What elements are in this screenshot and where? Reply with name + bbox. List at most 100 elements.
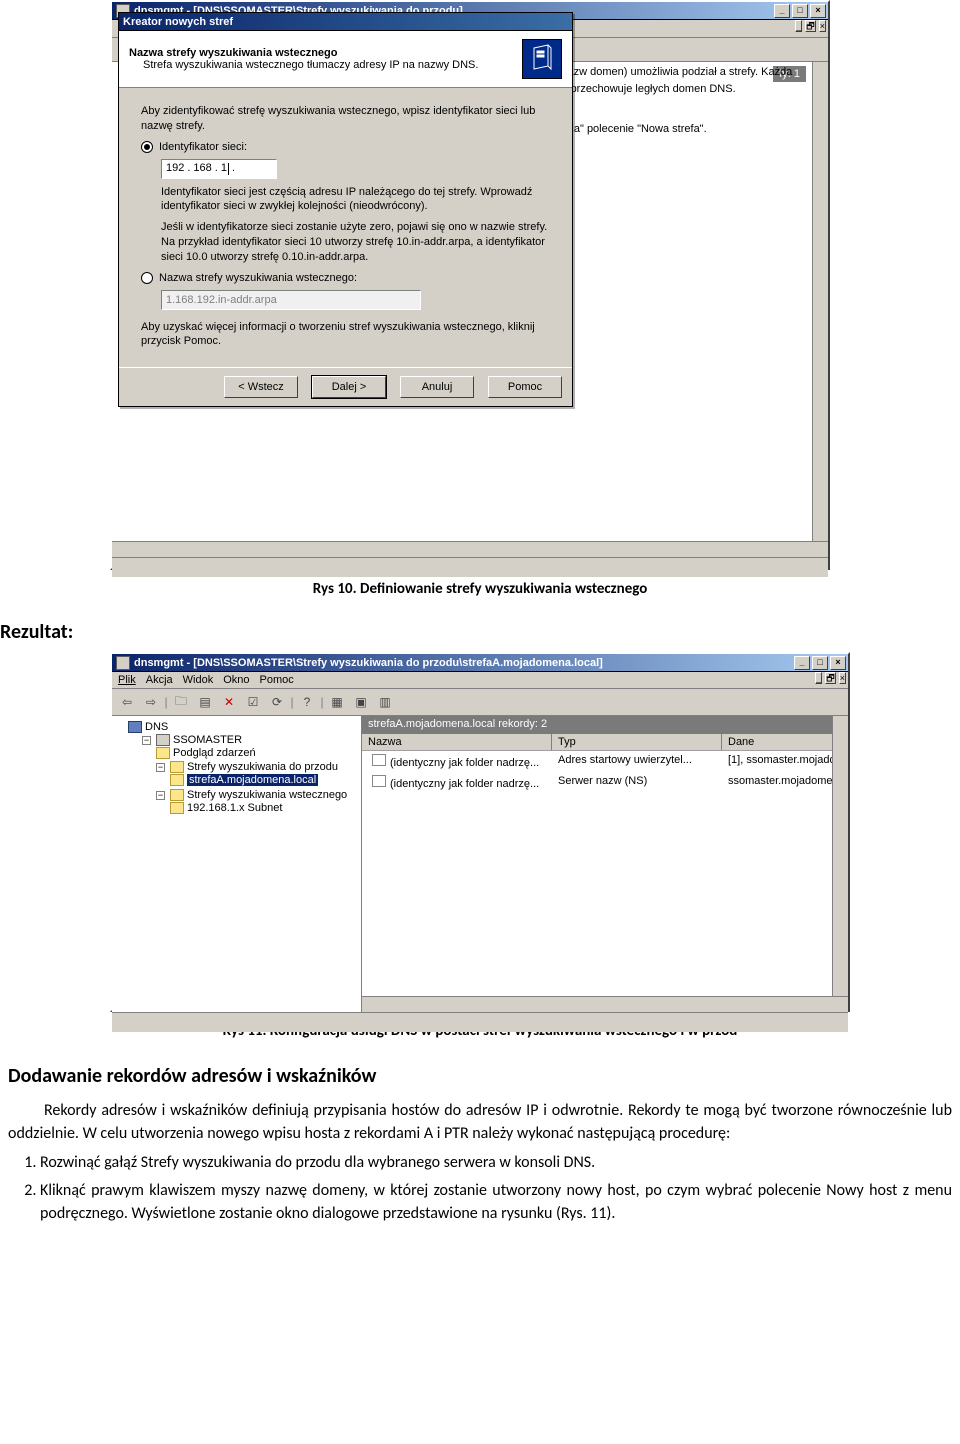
list-icon[interactable]: ▤	[194, 692, 216, 712]
new-zone-wizard: Kreator nowych stref Nazwa strefy wyszuk…	[118, 12, 573, 407]
scrollbar-h[interactable]	[362, 996, 848, 1012]
statusbar	[112, 557, 828, 577]
columns-header: Nazwa Typ Dane	[362, 734, 848, 751]
wizard-titlebar: Kreator nowych stref	[119, 13, 572, 31]
scrollbar-v[interactable]	[832, 716, 848, 1012]
minimize-button[interactable]: _	[774, 4, 790, 18]
tree-root[interactable]: DNS	[145, 721, 168, 733]
server-icon	[156, 734, 170, 746]
record-icon	[372, 775, 386, 787]
tree-item[interactable]: Strefy wyszukiwania do przodu	[187, 761, 338, 773]
wizard-subheading: Strefa wyszukiwania wstecznego tłumaczy …	[143, 59, 514, 71]
wizard-title: Kreator nowych stref	[123, 16, 570, 28]
records-panel: strefaA.mojadomena.local rekordy: 2 Nazw…	[362, 716, 848, 1012]
screenshot-2: dnsmgmt - [DNS\SSOMASTER\Strefy wyszukiw…	[110, 652, 850, 1012]
list-item: Rozwinąć gałąź Strefy wyszukiwania do pr…	[40, 1151, 952, 1174]
menu-action[interactable]: Akcja	[146, 674, 173, 686]
wizard-body: Aby zidentyfikować strefę wyszukiwania w…	[119, 88, 572, 367]
tree-item-selected[interactable]: strefaA.mojadomena.local	[187, 774, 318, 786]
document-body: Dodawanie rekordów adresów i wskaźników …	[8, 1062, 952, 1225]
record-icon	[372, 754, 386, 766]
maximize-button[interactable]: □	[812, 656, 828, 670]
zero-note-text: Jeśli w identyfikatorze sieci zostanie u…	[161, 220, 550, 265]
background-help-text: tem nazw domen) umożliwia podział a stre…	[540, 64, 810, 138]
record-row[interactable]: (identyczny jak folder nadrzę... Adres s…	[362, 751, 848, 772]
client-area: DNS − SSOMASTER Podgląd zdarzeń − Strefy…	[112, 716, 848, 1012]
statusbar	[112, 1012, 848, 1032]
scrollbar-v[interactable]	[812, 62, 828, 557]
col-type[interactable]: Typ	[552, 734, 722, 750]
radio-dot-on	[141, 141, 153, 153]
col-name[interactable]: Nazwa	[362, 734, 552, 750]
record-row[interactable]: (identyczny jak folder nadrzę... Serwer …	[362, 772, 848, 793]
dnsmgmt-window: dnsmgmt - [DNS\SSOMASTER\Strefy wyszukiw…	[110, 652, 850, 1012]
nav-back-icon[interactable]: ⇦	[116, 692, 138, 712]
app-icon	[116, 656, 130, 670]
cancel-button[interactable]: Anuluj	[400, 376, 474, 398]
caption-rys-10: Rys 10. Definiowanie strefy wyszukiwania…	[0, 580, 960, 598]
toolbar: ⇦ ⇨ | 🗀 ▤ ✕ ☑ ⟳ | ? | ▦ ▣ ▥	[112, 689, 848, 716]
menu-view[interactable]: Widok	[183, 674, 214, 686]
list-item: Kliknąć prawym klawiszem myszy nazwę dom…	[40, 1179, 952, 1225]
radio-label: Identyfikator sieci:	[159, 140, 247, 155]
intro-text: Aby zidentyfikować strefę wyszukiwania w…	[141, 104, 550, 134]
delete-icon[interactable]: ✕	[218, 692, 240, 712]
menu-window[interactable]: Okno	[223, 674, 249, 686]
result-label: Rezultat:	[0, 620, 960, 644]
help-icon[interactable]: ?	[296, 692, 318, 712]
menu-file[interactable]: Plik	[118, 674, 136, 686]
panel-header: strefaA.mojadomena.local rekordy: 2	[362, 716, 848, 734]
radio-label: Nazwa strefy wyszukiwania wstecznego:	[159, 271, 357, 286]
tree-item[interactable]: 192.168.1.x Subnet	[187, 802, 282, 814]
folder-icon	[170, 761, 184, 773]
minimize-button[interactable]: _	[794, 656, 810, 670]
radio-dot-off	[141, 272, 153, 284]
tool-icon[interactable]: ▥	[374, 692, 396, 712]
zone-name-input: 1.168.192.in-addr.arpa	[161, 290, 421, 310]
titlebar: dnsmgmt - [DNS\SSOMASTER\Strefy wyszukiw…	[112, 654, 848, 672]
tool-icon[interactable]: ▣	[350, 692, 372, 712]
paragraph: Rekordy adresów i wskaźników definiują p…	[8, 1099, 952, 1145]
menu-help[interactable]: Pomoc	[260, 674, 294, 686]
mdi-restore-button[interactable]: 🗗	[805, 20, 815, 32]
next-button[interactable]: Dalej >	[312, 376, 386, 398]
close-button[interactable]: ×	[810, 4, 826, 18]
tree-item[interactable]: Strefy wyszukiwania wstecznego	[187, 789, 347, 801]
idpart-text: Identyfikator sieci jest częścią adresu …	[161, 185, 550, 215]
wizard-heading: Nazwa strefy wyszukiwania wstecznego	[129, 47, 514, 59]
up-icon[interactable]: 🗀	[170, 692, 192, 712]
nav-fwd-icon[interactable]: ⇨	[140, 692, 162, 712]
back-button[interactable]: < Wstecz	[224, 376, 298, 398]
mdi-close-button[interactable]: ×	[839, 672, 846, 684]
close-button[interactable]: ×	[830, 656, 846, 670]
zone-icon	[170, 802, 184, 814]
wizard-buttons: < Wstecz Dalej > Anuluj Pomoc	[119, 367, 572, 406]
col-data[interactable]: Dane	[722, 734, 848, 750]
mdi-restore-button[interactable]: 🗗	[825, 672, 835, 684]
help-button[interactable]: Pomoc	[488, 376, 562, 398]
tree-view[interactable]: DNS − SSOMASTER Podgląd zdarzeń − Strefy…	[112, 716, 362, 1012]
network-id-input[interactable]: 192. 168. 1.	[161, 159, 277, 179]
server-icon	[522, 39, 562, 79]
refresh-icon[interactable]: ⟳	[266, 692, 288, 712]
folder-icon	[170, 789, 184, 801]
tool-icon[interactable]: ▦	[326, 692, 348, 712]
window-title: dnsmgmt - [DNS\SSOMASTER\Strefy wyszukiw…	[134, 657, 794, 669]
screenshot-1: dnsmgmt - [DNS\SSOMASTER\Strefy wyszukiw…	[110, 0, 830, 570]
mdi-minimize-button[interactable]: _	[795, 20, 802, 32]
radio-zone-name[interactable]: Nazwa strefy wyszukiwania wstecznego:	[141, 271, 550, 286]
mdi-minimize-button[interactable]: _	[815, 672, 822, 684]
zone-icon	[170, 774, 184, 786]
properties-icon[interactable]: ☑	[242, 692, 264, 712]
section-heading: Dodawanie rekordów adresów i wskaźników	[8, 1062, 952, 1091]
menubar: Plik Akcja Widok Okno Pomoc	[112, 672, 848, 689]
scrollbar-h[interactable]	[112, 541, 828, 557]
folder-icon	[156, 747, 170, 759]
help-hint: Aby uzyskać więcej informacji o tworzeni…	[141, 320, 550, 350]
tree-server[interactable]: SSOMASTER	[173, 734, 242, 746]
wizard-header: Nazwa strefy wyszukiwania wstecznego Str…	[119, 31, 572, 88]
maximize-button[interactable]: □	[792, 4, 808, 18]
tree-item[interactable]: Podgląd zdarzeń	[173, 747, 256, 759]
radio-network-id[interactable]: Identyfikator sieci:	[141, 140, 550, 155]
mdi-close-button[interactable]: ×	[819, 20, 826, 32]
